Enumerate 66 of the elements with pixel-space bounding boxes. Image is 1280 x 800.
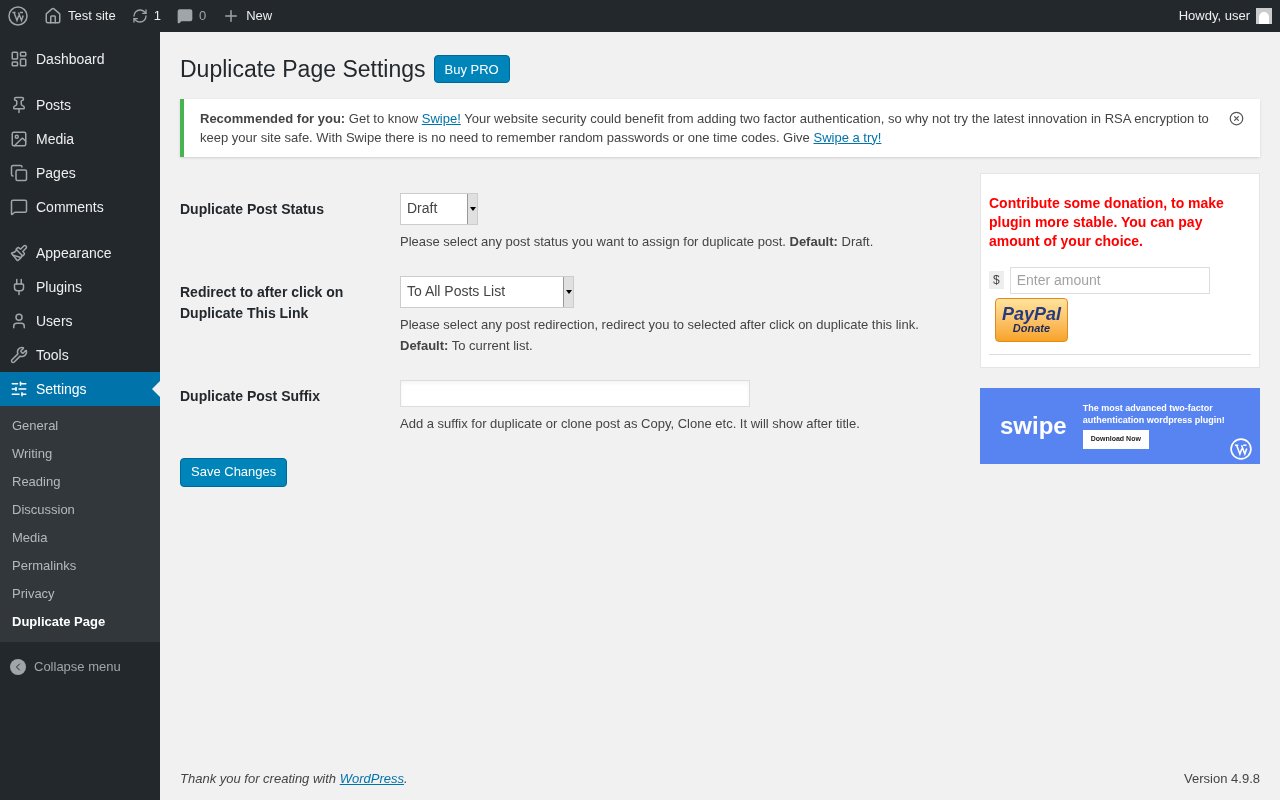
account-link[interactable]: Howdy, user (1178, 6, 1272, 26)
swipe-try-link[interactable]: Swipe a try! (813, 129, 882, 145)
submenu-item[interactable]: Duplicate Page (0, 608, 160, 636)
pin-icon (10, 96, 28, 114)
field-description: Please select any post redirection, redirect you to selected after click on duplicate this link. Default: To current list. (400, 315, 920, 355)
field-label: Duplicate Post Status (180, 199, 325, 219)
collapse-menu-button[interactable]: Collapse menu (0, 650, 160, 684)
submenu-item[interactable]: General (0, 412, 160, 440)
suffix-input[interactable] (400, 379, 750, 407)
select-field[interactable]: To All Posts List (400, 275, 574, 308)
page-title: Duplicate Page Settings (180, 55, 426, 84)
submenu-item[interactable]: Media (0, 524, 160, 552)
field-description: Please select any post status you want to assign for duplicate post. Default: Draft. (400, 232, 875, 251)
sidebar-item[interactable]: Media (0, 122, 160, 156)
new-link[interactable]: New (222, 6, 273, 26)
field-label: Duplicate Post Suffix (180, 386, 322, 406)
comment-icon (10, 198, 28, 216)
submenu-item[interactable]: Reading (0, 468, 160, 496)
donation-message: Contribute some donation, to make plugin more stable. You can pay amount of your choice. (989, 193, 1225, 251)
submenu-item[interactable]: Permalinks (0, 552, 160, 580)
comments-link[interactable]: 0 (176, 6, 207, 26)
field-description: Add a suffix for duplicate or clone post as Copy, Clone etc. It will show after title. (400, 414, 861, 433)
submenu-item[interactable]: Writing (0, 440, 160, 468)
current-menu-pointer (152, 381, 160, 397)
sidebar-item[interactable]: Appearance (0, 236, 160, 270)
banner-tagline: The most advanced two-factor authentication wordpress plugin! (1082, 402, 1226, 427)
wrench-icon (10, 346, 28, 364)
footer-text: Thank you for creating with WordPress. (180, 769, 408, 788)
media-icon (10, 130, 28, 148)
sidebar-item[interactable]: Settings (0, 372, 160, 406)
swipe-logo: swipe (1000, 410, 1067, 441)
buy-pro-button[interactable]: Buy PRO (433, 55, 510, 84)
wordpress-logo-icon (1230, 437, 1252, 460)
submenu-item[interactable]: Privacy (0, 580, 160, 608)
sidebar-item[interactable]: Users (0, 304, 160, 338)
sidebar-item[interactable]: Comments (0, 190, 160, 224)
sliders-icon (10, 380, 28, 398)
sidebar-item[interactable]: Posts (0, 88, 160, 122)
save-changes-button[interactable]: Save Changes (180, 457, 288, 487)
refresh-icon (131, 8, 148, 24)
wordpress-link[interactable]: WordPress (339, 770, 404, 786)
dashboard-icon (10, 50, 28, 68)
field-label: Redirect to after click on Duplicate This Link (180, 282, 345, 323)
comment-icon (176, 8, 193, 24)
sidebar-item[interactable]: Plugins (0, 270, 160, 304)
submenu-item[interactable]: Discussion (0, 496, 160, 524)
user-icon (10, 312, 28, 330)
amount-input[interactable]: Enter amount (1009, 266, 1210, 294)
wordpress-logo-icon (8, 6, 28, 26)
home-icon (44, 7, 62, 25)
avatar-icon (1256, 8, 1272, 24)
updates-link[interactable]: 1 (131, 6, 161, 26)
dismiss-icon[interactable] (1229, 110, 1244, 126)
collapse-icon (10, 659, 26, 675)
sidebar-item[interactable]: Tools (0, 338, 160, 372)
currency-symbol: $ (989, 271, 1004, 289)
paintbrush-icon (10, 244, 28, 262)
pages-icon (10, 164, 28, 182)
site-link[interactable]: Test site (44, 6, 116, 26)
notice-text: Recommended for you: Get to know Swipe! Your website security could benefit from adding two factor authentication, so why not try the latest innovation in RSA encryption to keep your site safe. With Swipe there is no need to remember random passwords or one time codes. Give Swipe a try! (200, 109, 1210, 147)
version-text: Version 4.9.8 (1184, 769, 1260, 788)
swipe-link[interactable]: Swipe! (421, 110, 461, 126)
select-field[interactable]: Draft (400, 192, 478, 225)
paypal-donate-button[interactable]: PayPal Donate (995, 297, 1068, 342)
sidebar-item[interactable]: Pages (0, 156, 160, 190)
sidebar-item[interactable]: Dashboard (0, 42, 160, 76)
